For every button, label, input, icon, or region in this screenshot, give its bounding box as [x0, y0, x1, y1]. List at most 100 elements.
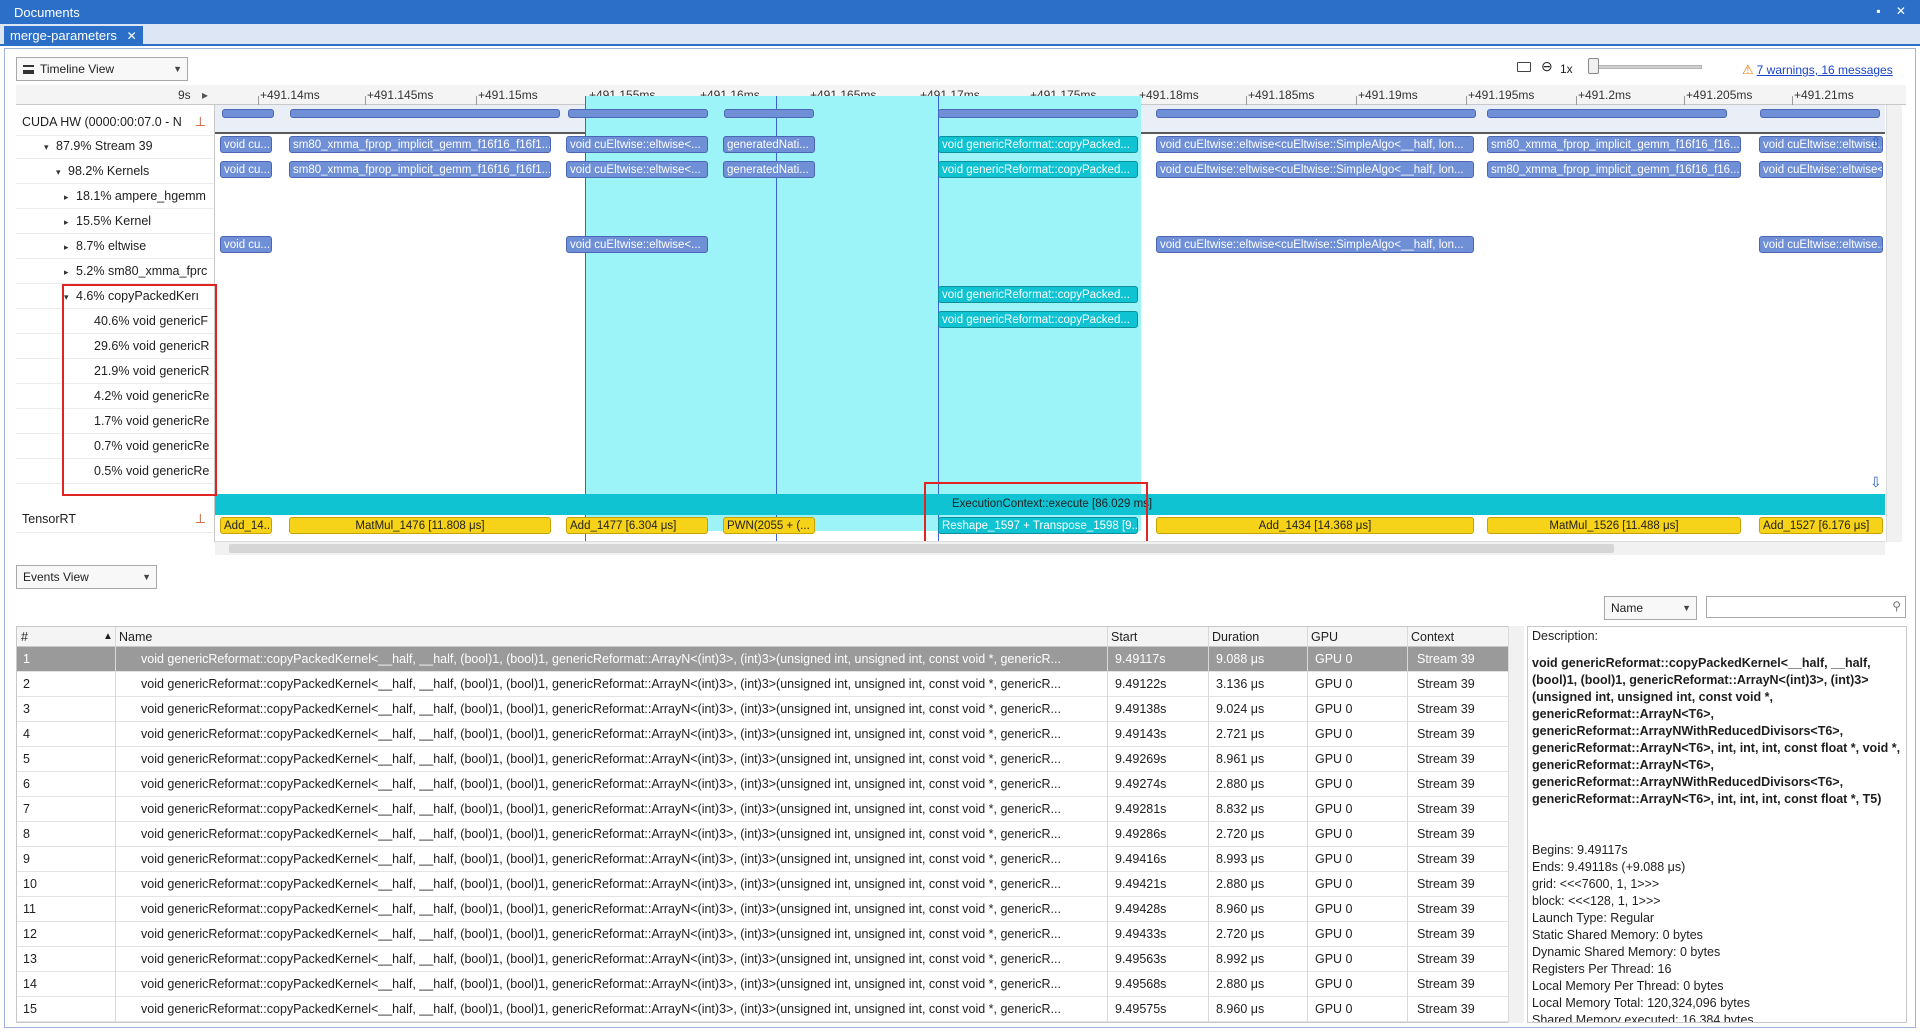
warnings-link[interactable]: 7 warnings, 16 messages: [1757, 63, 1893, 77]
table-row[interactable]: 6 void genericReformat::copyPackedKernel<…: [17, 772, 1523, 797]
kernel-bar[interactable]: sm80_xmma_fprop_implicit_gemm_f16f16_f16…: [1487, 136, 1741, 153]
window-controls[interactable]: ▪ ✕: [1876, 4, 1912, 18]
tree-row[interactable]: ▾ 87.9% Stream 39: [16, 134, 214, 159]
kernel-bar[interactable]: sm80_xmma_fprop_implicit_gemm_f16f16_f16…: [289, 161, 551, 178]
expand-chevron-icon[interactable]: ▾: [56, 160, 68, 183]
scroll-up-icon[interactable]: ⇧: [1870, 134, 1882, 151]
kernel-bar-copypacked[interactable]: void genericReformat::copyPacked...: [938, 286, 1138, 303]
collapse-chevron-icon[interactable]: ▸: [64, 235, 76, 258]
kernel-bar[interactable]: generatedNati...: [723, 136, 815, 153]
tensorrt-layer-bar[interactable]: Add_1434 [14.368 μs]: [1156, 517, 1474, 534]
table-row[interactable]: 12 void genericReformat::copyPackedKernel…: [17, 922, 1523, 947]
col-context[interactable]: Context: [1411, 630, 1454, 644]
tensorrt-layer-bar[interactable]: Add_1477 [6.304 μs]: [566, 517, 708, 534]
hw-activity-bar[interactable]: [568, 109, 708, 118]
kernel-bar[interactable]: void cu...: [220, 161, 272, 178]
pin-icon[interactable]: ⊥: [195, 108, 206, 135]
kernel-bar[interactable]: void cuEltwise::eltwise<cuEltwise::Simpl…: [1156, 236, 1474, 253]
tree-row[interactable]: ▸ 18.1% ampere_hgemm: [16, 184, 214, 209]
zoom-icon[interactable]: ⊖: [1541, 58, 1553, 75]
warnings-indicator[interactable]: ⚠ 7 warnings, 16 messages: [1742, 62, 1893, 78]
table-row[interactable]: 15 void genericReformat::copyPackedKernel…: [17, 997, 1523, 1022]
events-view-selector[interactable]: Events View ▼: [16, 565, 157, 589]
hw-activity-bar[interactable]: [1760, 109, 1880, 118]
hw-activity-bar[interactable]: [724, 109, 814, 118]
row-context: Stream 39: [1417, 952, 1475, 966]
table-row[interactable]: 8 void genericReformat::copyPackedKernel<…: [17, 822, 1523, 847]
hw-activity-bar[interactable]: [290, 109, 560, 118]
tree-row[interactable]: ▸ 15.5% Kernel: [16, 209, 214, 234]
kernel-bar[interactable]: void cuEltwise::eltwise<cuEltwise::Simpl…: [1156, 136, 1474, 153]
kernel-bar[interactable]: void genericReformat::copyPacked...: [938, 136, 1138, 153]
kernel-bar[interactable]: sm80_xmma_fprop_implicit_gemm_f16f16_f16…: [1487, 161, 1741, 178]
kernel-bar[interactable]: void cuEltwise::eltwise...: [1759, 236, 1883, 253]
kernel-bar[interactable]: void cuEltwise::eltwise<...: [1759, 161, 1883, 178]
pin-icon[interactable]: ⊥: [195, 505, 206, 532]
hw-activity-bar[interactable]: [1487, 109, 1727, 118]
zoom-slider[interactable]: [1590, 65, 1702, 69]
kernel-bar-copypacked[interactable]: void genericReformat::copyPacked...: [938, 311, 1138, 328]
timeline-horizontal-scrollbar[interactable]: [215, 541, 1885, 555]
tree-row-tensorrt[interactable]: TensorRT ⊥: [16, 505, 214, 533]
search-field-selector[interactable]: Name ▼: [1604, 596, 1697, 620]
table-row[interactable]: 1 void genericReformat::copyPackedKernel<…: [17, 647, 1523, 672]
table-row[interactable]: 13 void genericReformat::copyPackedKernel…: [17, 947, 1523, 972]
view-selector[interactable]: Timeline View ▼: [16, 57, 188, 81]
tensorrt-layer-bar[interactable]: MatMul_1476 [11.808 μs]: [289, 517, 551, 534]
description-line: Dynamic Shared Memory: 0 bytes: [1532, 945, 1721, 959]
kernel-bar[interactable]: void cu...: [220, 236, 272, 253]
table-row[interactable]: 9 void genericReformat::copyPackedKernel<…: [17, 847, 1523, 872]
col-start[interactable]: Start: [1111, 630, 1137, 644]
tensorrt-layer-bar[interactable]: MatMul_1526 [11.488 μs]: [1487, 517, 1741, 534]
expand-chevron-icon[interactable]: ▾: [44, 135, 56, 158]
kernel-bar[interactable]: void cuEltwise::eltwise<...: [566, 161, 708, 178]
col-name[interactable]: Name: [119, 630, 152, 644]
collapse-chevron-icon[interactable]: ▸: [64, 210, 76, 233]
zoom-slider-thumb[interactable]: [1588, 58, 1599, 74]
tree-row[interactable]: ▸ 8.7% eltwise: [16, 234, 214, 259]
search-input[interactable]: ⚲: [1706, 596, 1906, 618]
kernel-bar[interactable]: sm80_xmma_fprop_implicit_gemm_f16f16_f16…: [289, 136, 551, 153]
table-row[interactable]: 14 void genericReformat::copyPackedKernel…: [17, 972, 1523, 997]
hw-activity-bar[interactable]: [222, 109, 274, 118]
table-row[interactable]: 4 void genericReformat::copyPackedKernel<…: [17, 722, 1523, 747]
table-row[interactable]: 2 void genericReformat::copyPackedKernel<…: [17, 672, 1523, 697]
tensorrt-layer-bar[interactable]: Add_14...: [220, 517, 272, 534]
keyboard-icon[interactable]: [1517, 62, 1531, 72]
tensorrt-layer-bar[interactable]: PWN(2055 + (...: [723, 517, 815, 534]
table-row[interactable]: 3 void genericReformat::copyPackedKernel<…: [17, 697, 1523, 722]
timeline-vertical-scrollbar[interactable]: [1886, 105, 1902, 542]
table-row[interactable]: 11 void genericReformat::copyPackedKernel…: [17, 897, 1523, 922]
close-icon[interactable]: ✕: [127, 29, 137, 43]
col-number[interactable]: #: [21, 630, 28, 644]
kernel-bar[interactable]: void cuEltwise::eltwise<...: [566, 236, 708, 253]
col-gpu[interactable]: GPU: [1311, 630, 1338, 644]
row-duration: 9.024 μs: [1216, 702, 1265, 716]
kernel-bar[interactable]: void cuEltwise::eltwise<cuEltwise::Simpl…: [1156, 161, 1474, 178]
tree-row[interactable]: ▾ 98.2% Kernels: [16, 159, 214, 184]
sort-asc-icon[interactable]: ▲: [103, 631, 113, 642]
collapse-chevron-icon[interactable]: ▸: [64, 185, 76, 208]
kernel-bar[interactable]: generatedNati...: [723, 161, 815, 178]
collapse-chevron-icon[interactable]: ▸: [64, 260, 76, 283]
tree-row[interactable]: ▸ 5.2% sm80_xmma_fprc: [16, 259, 214, 284]
col-duration[interactable]: Duration: [1212, 630, 1259, 644]
kernel-bar[interactable]: void genericReformat::copyPacked...: [938, 161, 1138, 178]
kernel-bar[interactable]: void cuEltwise::eltwise...: [1759, 136, 1883, 153]
table-row[interactable]: 5 void genericReformat::copyPackedKernel<…: [17, 747, 1523, 772]
hw-activity-bar[interactable]: [1156, 109, 1476, 118]
hw-activity-bar[interactable]: [938, 109, 1138, 118]
events-vertical-scrollbar[interactable]: [1508, 626, 1524, 1023]
tensorrt-layer-bar[interactable]: Add_1527 [6.176 μs]: [1759, 517, 1883, 534]
table-row[interactable]: 7 void genericReformat::copyPackedKernel<…: [17, 797, 1523, 822]
table-row[interactable]: 10 void genericReformat::copyPackedKernel…: [17, 872, 1523, 897]
kernel-bar[interactable]: void cuEltwise::eltwise<...: [566, 136, 708, 153]
description-line: block: <<<128, 1, 1>>>: [1532, 894, 1661, 908]
document-tab[interactable]: merge-parameters ✕: [4, 26, 143, 46]
kernel-bar[interactable]: void cu...: [220, 136, 272, 153]
scrollbar-thumb[interactable]: [229, 544, 1614, 553]
tree-row-cuda-hw[interactable]: CUDA HW (0000:00:07.0 - N ⊥: [16, 108, 214, 136]
row-duration: 8.992 μs: [1216, 952, 1265, 966]
scroll-down-icon[interactable]: ⇩: [1870, 474, 1882, 491]
tree-row-label: 15.5% Kernel: [76, 214, 152, 228]
